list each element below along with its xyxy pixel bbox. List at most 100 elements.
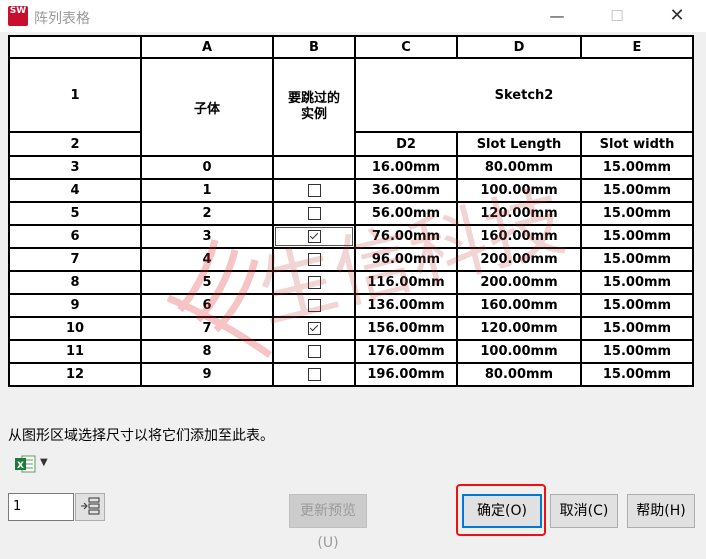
pattern-table: A B C D E 1 子体 要跳过的 实例 Sketch2 2 D2 Slot… xyxy=(8,35,694,387)
hint-text: 从图形区域选择尺寸以将它们添加至此表。 xyxy=(8,428,274,444)
cell-d2[interactable]: 176.00mm xyxy=(354,339,458,364)
cell-slot-width[interactable]: 15.00mm xyxy=(580,316,694,341)
cell-child[interactable]: 1 xyxy=(140,178,274,203)
table-row: 12 9 196.00mm 80.00mm 15.00mm xyxy=(8,362,694,387)
row-header-2[interactable]: 2 xyxy=(8,131,142,157)
cell-slot-length[interactable]: 120.00mm xyxy=(456,201,582,226)
table-row: 4 1 36.00mm 100.00mm 15.00mm xyxy=(8,178,694,203)
cell-slot-length[interactable]: 200.00mm xyxy=(456,247,582,272)
table-row: 9 6 136.00mm 160.00mm 15.00mm xyxy=(8,293,694,318)
cell-skip[interactable] xyxy=(272,247,356,272)
cell-slot-length[interactable]: 100.00mm xyxy=(456,178,582,203)
header-slot-width: Slot width xyxy=(580,131,694,157)
row-header-1[interactable]: 1 xyxy=(8,57,142,133)
cell-d2[interactable]: 196.00mm xyxy=(354,362,458,387)
cell-skip[interactable] xyxy=(272,293,356,318)
cell-d2[interactable]: 56.00mm xyxy=(354,201,458,226)
row-number[interactable]: 10 xyxy=(8,316,142,341)
cell-child[interactable]: 8 xyxy=(140,339,274,364)
cell-slot-width[interactable]: 15.00mm xyxy=(580,155,694,180)
cell-skip[interactable] xyxy=(272,224,356,249)
column-header-e[interactable]: E xyxy=(580,35,694,59)
cell-skip[interactable] xyxy=(272,316,356,341)
cell-slot-width[interactable]: 15.00mm xyxy=(580,270,694,295)
instance-count-input[interactable]: 1 xyxy=(8,493,74,521)
checkbox[interactable] xyxy=(307,299,321,312)
table-row: 7 4 96.00mm 200.00mm 15.00mm xyxy=(8,247,694,272)
checkbox[interactable] xyxy=(307,368,321,381)
checkbox[interactable] xyxy=(307,184,321,197)
row-number[interactable]: 6 xyxy=(8,224,142,249)
cell-slot-length[interactable]: 160.00mm xyxy=(456,293,582,318)
cell-skip[interactable] xyxy=(272,270,356,295)
cell-child[interactable]: 0 xyxy=(140,155,274,180)
row-number[interactable]: 9 xyxy=(8,293,142,318)
cancel-button[interactable]: 取消(C) xyxy=(550,494,618,528)
spin-list-button[interactable] xyxy=(75,493,105,521)
maximize-button[interactable]: ☐ xyxy=(600,4,634,28)
checkbox-checked[interactable] xyxy=(307,230,321,243)
cell-slot-width[interactable]: 15.00mm xyxy=(580,362,694,387)
chevron-down-icon[interactable]: ▼ xyxy=(40,457,48,468)
table-row: 6 3 76.00mm 160.00mm 15.00mm xyxy=(8,224,694,249)
checkbox[interactable] xyxy=(307,276,321,289)
row-number[interactable]: 8 xyxy=(8,270,142,295)
checkbox-checked[interactable] xyxy=(307,322,321,335)
excel-icon[interactable]: X xyxy=(14,454,36,474)
table-row: 11 8 176.00mm 100.00mm 15.00mm xyxy=(8,339,694,364)
cell-slot-width[interactable]: 15.00mm xyxy=(580,247,694,272)
checkbox[interactable] xyxy=(307,345,321,358)
cell-slot-width[interactable]: 15.00mm xyxy=(580,339,694,364)
close-button[interactable]: ✕ xyxy=(660,4,694,28)
cell-slot-length[interactable]: 100.00mm xyxy=(456,339,582,364)
update-preview-button[interactable]: 更新预览(U) xyxy=(289,494,367,551)
column-header-c[interactable]: C xyxy=(354,35,458,59)
header-skip-instances: 要跳过的 实例 xyxy=(272,57,356,157)
cell-skip[interactable] xyxy=(272,178,356,203)
cell-skip[interactable] xyxy=(272,201,356,226)
cell-slot-length[interactable]: 80.00mm xyxy=(456,362,582,387)
cell-skip[interactable] xyxy=(272,362,356,387)
cell-skip[interactable] xyxy=(272,339,356,364)
row-number[interactable]: 11 xyxy=(8,339,142,364)
row-number[interactable]: 4 xyxy=(8,178,142,203)
row-number[interactable]: 5 xyxy=(8,201,142,226)
cell-slot-width[interactable]: 15.00mm xyxy=(580,293,694,318)
title-bar: SW 阵列表格 — ☐ ✕ xyxy=(0,0,706,32)
checkbox[interactable] xyxy=(307,207,321,220)
cell-d2[interactable]: 116.00mm xyxy=(354,270,458,295)
minimize-button[interactable]: — xyxy=(540,4,574,28)
cell-d2[interactable]: 16.00mm xyxy=(354,155,458,180)
column-header-d[interactable]: D xyxy=(456,35,582,59)
cell-slot-length[interactable]: 120.00mm xyxy=(456,316,582,341)
column-header-a[interactable]: A xyxy=(140,35,274,59)
cell-slot-width[interactable]: 15.00mm xyxy=(580,224,694,249)
cell-child[interactable]: 6 xyxy=(140,293,274,318)
cell-d2[interactable]: 76.00mm xyxy=(354,224,458,249)
row-number[interactable]: 12 xyxy=(8,362,142,387)
cell-slot-length[interactable]: 80.00mm xyxy=(456,155,582,180)
table-row: 3 0 16.00mm 80.00mm 15.00mm xyxy=(8,155,694,180)
cell-d2[interactable]: 36.00mm xyxy=(354,178,458,203)
cell-child[interactable]: 9 xyxy=(140,362,274,387)
column-header-b[interactable]: B xyxy=(272,35,356,59)
cell-slot-length[interactable]: 160.00mm xyxy=(456,224,582,249)
row-number[interactable]: 3 xyxy=(8,155,142,180)
cell-child[interactable]: 3 xyxy=(140,224,274,249)
cell-skip[interactable] xyxy=(272,155,356,180)
cell-d2[interactable]: 96.00mm xyxy=(354,247,458,272)
cell-slot-width[interactable]: 15.00mm xyxy=(580,201,694,226)
cell-slot-width[interactable]: 15.00mm xyxy=(580,178,694,203)
cell-child[interactable]: 4 xyxy=(140,247,274,272)
ok-button[interactable]: 确定(O) xyxy=(462,494,542,528)
cell-d2[interactable]: 136.00mm xyxy=(354,293,458,318)
list-arrow-icon xyxy=(81,497,100,515)
cell-child[interactable]: 2 xyxy=(140,201,274,226)
cell-child[interactable]: 5 xyxy=(140,270,274,295)
cell-slot-length[interactable]: 200.00mm xyxy=(456,270,582,295)
help-button[interactable]: 帮助(H) xyxy=(627,494,695,528)
cell-d2[interactable]: 156.00mm xyxy=(354,316,458,341)
row-number[interactable]: 7 xyxy=(8,247,142,272)
cell-child[interactable]: 7 xyxy=(140,316,274,341)
checkbox[interactable] xyxy=(307,253,321,266)
